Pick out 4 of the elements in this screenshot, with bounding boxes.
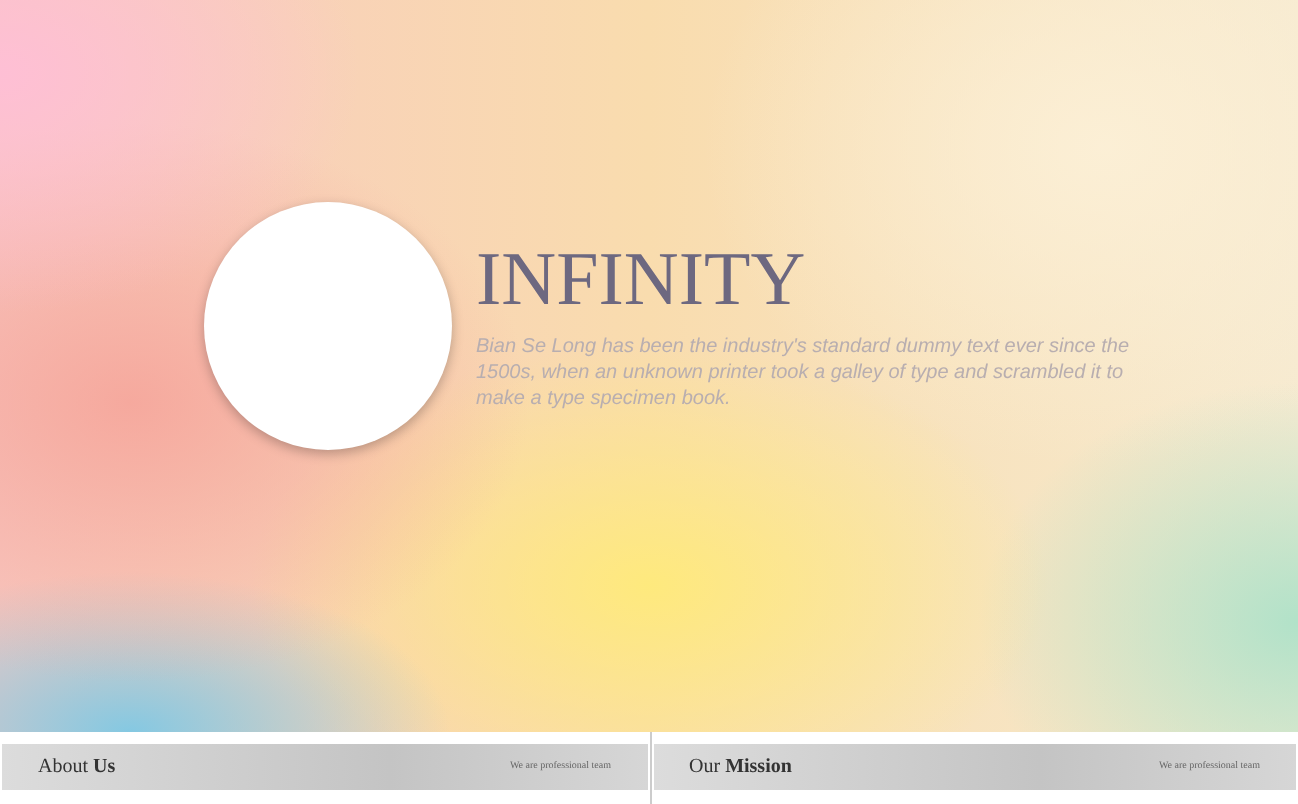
section-title: About Us [38, 756, 116, 778]
hero-description: Bian Se Long has been the industry's standard dummy text ever since the 1500s, when an unknown printer took a galley of type and scrambled it to make a type specimen book. [476, 333, 1132, 411]
hero-title: INFINITY [476, 241, 808, 317]
section-title: Our Mission [689, 756, 792, 778]
